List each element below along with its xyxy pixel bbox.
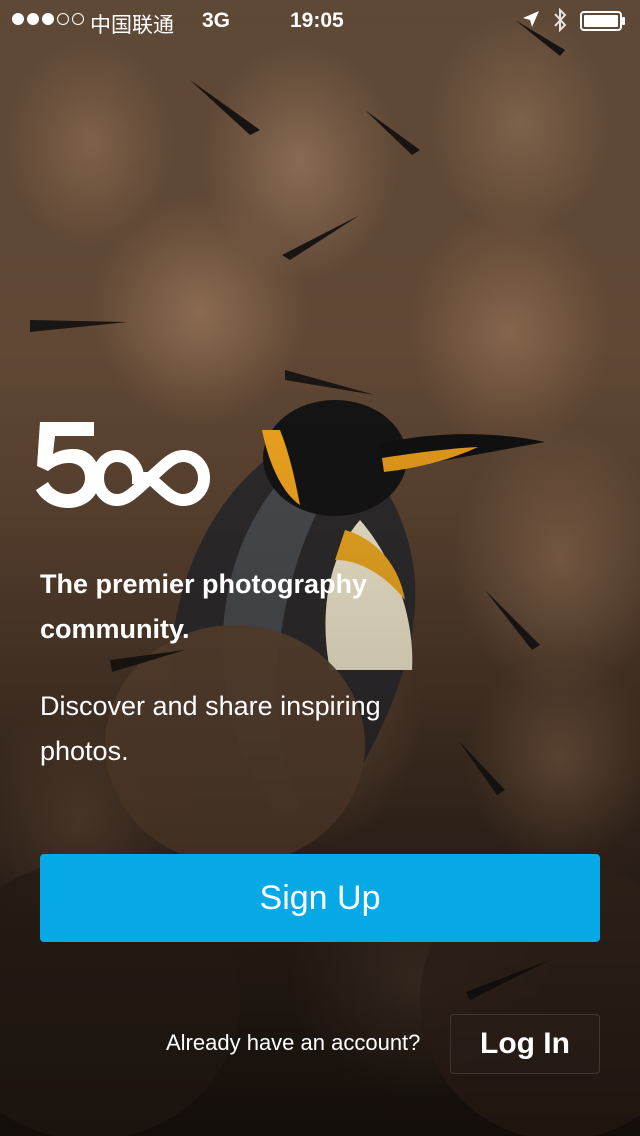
battery-icon [580,11,625,31]
location-arrow-icon [523,11,539,27]
subheadline: Discover and share inspiring photos. [40,691,381,766]
account-prompt: Already have an account? [166,1030,421,1055]
signal-strength-icon [12,13,84,25]
headline: The premier photography community. [40,569,368,644]
sign-up-button[interactable]: Sign Up [40,854,600,942]
log-in-button[interactable]: Log In [450,1014,600,1074]
bluetooth-icon [554,8,567,32]
network-type: 3G [202,9,231,32]
status-bar: 中国联通 3G 19:05 [0,0,640,40]
clock-time: 19:05 [290,9,344,32]
500px-logo-icon [36,422,211,508]
carrier-name: 中国联通 [90,14,174,37]
